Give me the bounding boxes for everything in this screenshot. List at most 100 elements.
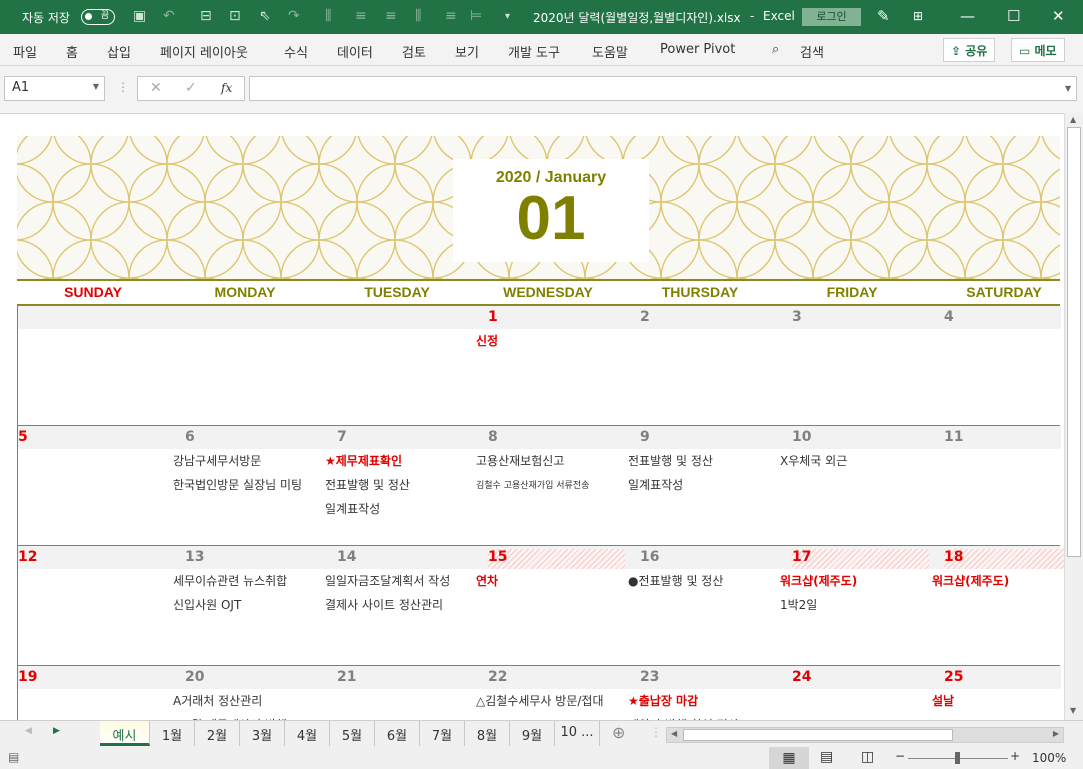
page-break-view-button[interactable]: ◫ <box>861 749 874 765</box>
enter-icon[interactable]: ✓ <box>185 80 197 96</box>
calendar-day-cell[interactable]: 20A거래처 정산관리●1월 세금계산서 발행 <box>170 666 322 720</box>
event-item[interactable]: 연차 <box>476 572 498 589</box>
align-icon[interactable]: ⫼ <box>325 8 331 24</box>
scroll-right-icon[interactable]: ▶ <box>1053 729 1059 738</box>
calendar-day-cell[interactable]: 21 <box>322 666 474 720</box>
sheet-tab[interactable]: 예시 <box>100 721 150 746</box>
calendar-day-cell[interactable] <box>170 306 322 426</box>
sheet-tab[interactable]: 6월 <box>375 721 420 746</box>
undo-icon[interactable]: ↶ <box>163 8 175 24</box>
calendar-day-cell[interactable]: 6 강남구세무서방문 한국법인방문 실장님 미팅 <box>170 426 322 546</box>
event-item[interactable]: 일일자금조달계획서 작성 <box>325 572 450 589</box>
event-item[interactable]: 신정 <box>476 332 498 349</box>
tab-developer[interactable]: 개발 도구 <box>508 42 560 61</box>
event-item[interactable]: 김철수 고용산재가입 서류전송 <box>476 478 589 491</box>
event-item[interactable]: 세무이슈관련 뉴스취합 <box>173 572 287 589</box>
zoom-level[interactable]: 100% <box>1032 751 1066 765</box>
scroll-thumb[interactable] <box>1067 127 1081 557</box>
calendar-day-cell[interactable]: 15 연차 <box>473 546 625 666</box>
calendar-day-cell[interactable]: 16 ●전표발행 및 정산 <box>625 546 777 666</box>
normal-view-button[interactable]: ▦ <box>769 747 809 769</box>
align4-icon[interactable]: ⫼ <box>415 8 421 24</box>
expand-formula-icon[interactable]: ▼ <box>1065 84 1071 93</box>
tab-page-layout[interactable]: 페이지 레이아웃 <box>160 42 248 61</box>
event-item[interactable]: △김철수세무사 방문/접대 <box>476 692 604 709</box>
align3-icon[interactable]: ≡ <box>385 8 397 24</box>
event-item[interactable]: 일계표작성 <box>325 500 380 517</box>
share-button[interactable]: ⇪ 공유 <box>943 38 996 62</box>
zoom-out-button[interactable]: − <box>895 749 905 763</box>
fit-icon[interactable]: ⊟ <box>200 8 212 24</box>
close-button[interactable]: ✕ <box>1052 7 1065 25</box>
add-sheet-icon[interactable]: ⊕ <box>612 723 625 742</box>
tab-insert[interactable]: 삽입 <box>107 42 131 61</box>
search-label[interactable]: 검색 <box>800 42 824 61</box>
sheet-tab[interactable]: 3월 <box>240 721 285 746</box>
tab-formulas[interactable]: 수식 <box>284 42 308 61</box>
calendar-day-cell[interactable]: 12 <box>18 546 170 666</box>
sheet-tab[interactable]: 7월 <box>420 721 465 746</box>
event-item[interactable]: 결제사 사이트 정산관리 <box>325 596 443 613</box>
memo-button[interactable]: ▭ 메모 <box>1011 38 1065 62</box>
calendar-day-cell[interactable]: 8 고용산재보험신고 김철수 고용산재가입 서류전송 <box>473 426 625 546</box>
event-item[interactable]: 일계표작성 <box>628 476 683 493</box>
calendar-day-cell[interactable]: 3 <box>777 306 929 426</box>
search-icon[interactable]: ⌕ <box>772 42 779 57</box>
vertical-scrollbar[interactable]: ▲ ▼ <box>1064 113 1083 720</box>
event-item[interactable]: ★제무제표확인 <box>325 452 402 469</box>
scroll-thumb[interactable] <box>683 729 953 741</box>
calendar-day-cell[interactable]: 4 <box>929 306 1064 426</box>
save-icon[interactable]: ▣ <box>133 8 146 24</box>
calendar-day-cell[interactable]: 2 <box>625 306 777 426</box>
calendar-day-cell[interactable]: 7 ★제무제표확인 전표발행 및 정산 일계표작성 <box>322 426 474 546</box>
sheet-tab[interactable]: 1월 <box>150 721 195 746</box>
calendar-day-cell[interactable]: 10 X우체국 외근 <box>777 426 929 546</box>
pointer-icon[interactable]: ⇖ <box>259 8 271 24</box>
calendar-day-cell[interactable]: 24 <box>777 666 929 720</box>
formula-input[interactable] <box>249 76 1077 101</box>
customize-icon[interactable]: ▾ <box>505 11 510 22</box>
event-item[interactable]: X우체국 외근 <box>780 452 847 469</box>
calendar-day-cell[interactable]: 13 세무이슈관련 뉴스취합 신입사원 OJT <box>170 546 322 666</box>
event-item[interactable]: ★출납장 마감 <box>628 692 698 709</box>
sheet-tab[interactable]: 9월 <box>510 721 555 746</box>
zoom-slider-thumb[interactable] <box>955 752 960 764</box>
redo-icon[interactable]: ↷ <box>288 8 300 24</box>
calendar-day-cell[interactable]: 19 <box>18 666 170 720</box>
calendar-day-cell[interactable]: 17 워크샵(제주도) 1박2일 <box>777 546 929 666</box>
sheet-tab[interactable]: 8월 <box>465 721 510 746</box>
insert-function-button[interactable]: fx <box>221 81 232 95</box>
event-item[interactable]: 전표발행 및 정산 <box>325 476 410 493</box>
calendar-day-cell[interactable] <box>18 306 170 426</box>
scroll-left-icon[interactable]: ◀ <box>671 729 677 738</box>
tab-data[interactable]: 데이터 <box>337 42 373 61</box>
autosave-toggle[interactable]: 끔 <box>81 9 115 25</box>
sheet-tab[interactable]: 4월 <box>285 721 330 746</box>
event-item[interactable]: 신입사원 OJT <box>173 596 241 613</box>
minimize-button[interactable]: — <box>960 7 975 25</box>
page-layout-view-button[interactable]: ▤ <box>820 749 833 765</box>
calendar-day-cell[interactable]: 22 △김철수세무사 방문/접대 <box>473 666 625 720</box>
calendar-day-cell[interactable]: 5 <box>18 426 170 546</box>
align2-icon[interactable]: ≡ <box>355 8 367 24</box>
chevron-down-icon[interactable]: ▼ <box>93 82 99 91</box>
calendar-day-cell[interactable]: 1 신정 <box>473 306 625 426</box>
worksheet[interactable]: 2020 / January 01 SUNDAY MONDAY TUESDAY WED… <box>0 113 1064 720</box>
scroll-up-icon[interactable]: ▲ <box>1070 115 1076 124</box>
cancel-icon[interactable]: ✕ <box>150 80 162 96</box>
calendar-day-cell[interactable]: 18 워크샵(제주도) <box>929 546 1064 666</box>
splitter-icon[interactable]: ⋮ <box>650 725 662 739</box>
event-item[interactable]: ●전표발행 및 정산 <box>628 572 723 589</box>
sheet-tab[interactable]: 10 ... <box>555 721 600 746</box>
calendar-day-cell[interactable]: 25 설날 <box>929 666 1064 720</box>
align5-icon[interactable]: ≡ <box>445 8 457 24</box>
calendar-day-cell[interactable] <box>322 306 474 426</box>
horizontal-scrollbar[interactable]: ◀ ▶ <box>666 727 1064 743</box>
event-item[interactable]: 한국법인방문 실장님 미팅 <box>173 476 302 493</box>
event-item[interactable]: A거래처 정산관리 <box>173 692 262 709</box>
event-item[interactable]: 워크샵(제주도) <box>932 572 1009 589</box>
sheet-tab[interactable]: 2월 <box>195 721 240 746</box>
scroll-down-icon[interactable]: ▼ <box>1070 706 1076 715</box>
name-box[interactable]: A1 ▼ <box>4 76 105 101</box>
tab-home[interactable]: 홈 <box>66 42 78 61</box>
